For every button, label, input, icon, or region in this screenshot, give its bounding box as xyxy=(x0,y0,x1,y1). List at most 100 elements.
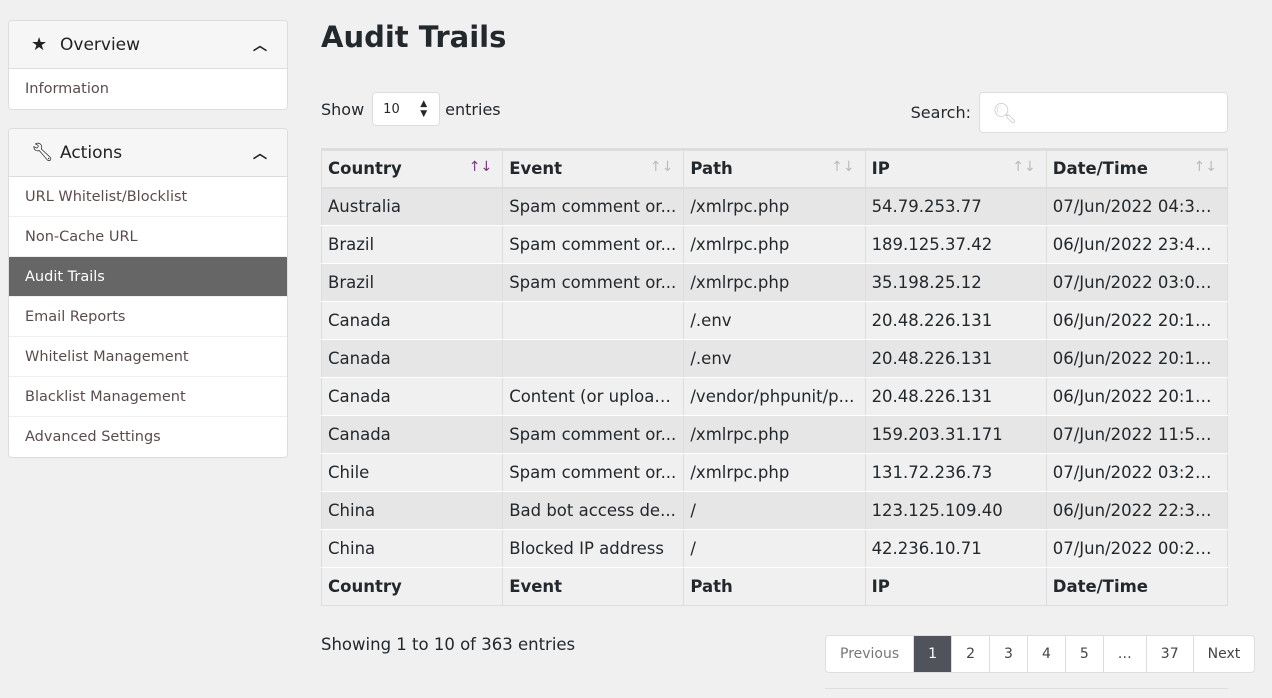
page-button[interactable]: 5 xyxy=(1066,636,1104,672)
page-title: Audit Trails xyxy=(321,20,507,54)
page-button[interactable]: 4 xyxy=(1028,636,1066,672)
table-row[interactable]: Canada /.env 20.48.226.131 06/Jun/2022 20:1… xyxy=(321,339,1229,378)
table-cell: 06/Jun/2022 20:17:... xyxy=(1046,339,1229,378)
divider xyxy=(825,688,1228,689)
column-header[interactable]: Country ↑↓ xyxy=(321,149,504,189)
table-cell: 07/Jun/2022 03:25:... xyxy=(1046,453,1229,492)
column-header[interactable]: IP ↑↓ xyxy=(865,149,1047,189)
table-cell: China xyxy=(321,529,504,568)
table-cell: 06/Jun/2022 20:17:... xyxy=(1046,301,1229,340)
table-row[interactable]: Canada /.env 20.48.226.131 06/Jun/2022 20:1… xyxy=(321,301,1229,340)
sort-icon[interactable]: ↑↓ xyxy=(1194,159,1217,175)
table-cell: Chile xyxy=(321,453,504,492)
table-row[interactable]: Brazil Spam comment or.../xmlrpc.php 35.19… xyxy=(321,263,1229,302)
table-cell: /.env xyxy=(683,301,866,340)
footer-column-label: Event xyxy=(502,567,685,606)
page-button[interactable]: 37 xyxy=(1147,636,1194,672)
column-label: Path xyxy=(690,159,733,179)
table-cell: 189.125.37.42 xyxy=(865,225,1047,264)
sidebar-item-audit-trails[interactable]: Audit Trails xyxy=(9,257,287,297)
overview-title: Overview xyxy=(60,34,141,55)
table-info: Showing 1 to 10 of 363 entries xyxy=(321,635,576,654)
column-label: Date/Time xyxy=(1052,159,1148,179)
search-label: Search: xyxy=(910,103,971,122)
table-cell: 07/Jun/2022 03:01:... xyxy=(1046,263,1229,302)
table-cell: Blocked IP address xyxy=(502,529,685,568)
table-row[interactable]: Australia Spam comment or.../xmlrpc.php 54… xyxy=(321,187,1229,226)
sidebar-item-email-reports[interactable]: Email Reports xyxy=(9,297,287,337)
column-header[interactable]: Path ↑↓ xyxy=(683,149,866,189)
table-cell: 07/Jun/2022 00:23:... xyxy=(1046,529,1229,568)
table-row[interactable]: Chile Spam comment or.../xmlrpc.php 131.72… xyxy=(321,453,1229,492)
entries-select[interactable]: 10 ▲ ▼ xyxy=(372,92,441,126)
table-cell: /xmlrpc.php xyxy=(683,263,866,302)
table-cell: Spam comment or... xyxy=(502,263,685,302)
table-cell: 131.72.236.73 xyxy=(865,453,1047,492)
table-cell: 20.48.226.131 xyxy=(865,339,1047,378)
overview-panel: ★ Overview ︿ Information xyxy=(8,20,288,110)
sidebar-item-non-cache-url[interactable]: Non-Cache URL xyxy=(9,217,287,257)
table-cell: /xmlrpc.php xyxy=(683,187,866,226)
next-button[interactable]: Next xyxy=(1194,636,1255,672)
table-cell xyxy=(502,301,685,340)
table-cell: / xyxy=(683,491,866,530)
table-row[interactable]: Canada Content (or upload.../vendor/phpun… xyxy=(321,377,1229,416)
search-box: Search: 🔍︎ xyxy=(911,92,1228,133)
table-cell: 20.48.226.131 xyxy=(865,301,1047,340)
page-button[interactable]: … xyxy=(1104,636,1147,672)
table-cell: Spam comment or... xyxy=(502,225,685,264)
sidebar-item-url-whitelist[interactable]: URL Whitelist/Blocklist xyxy=(9,177,287,217)
column-header[interactable]: Date/Time ↑↓ xyxy=(1046,149,1229,189)
table-row[interactable]: Canada Spam comment or.../xmlrpc.php 159.2… xyxy=(321,415,1229,454)
table-cell: 06/Jun/2022 23:42:... xyxy=(1046,225,1229,264)
column-label: Event xyxy=(509,159,563,179)
show-label: Show xyxy=(321,99,365,119)
chevron-up-icon[interactable]: ︿ xyxy=(253,143,267,163)
table-cell: Spam comment or... xyxy=(502,453,685,492)
table-cell: China xyxy=(321,491,504,530)
table-cell: Spam comment or... xyxy=(502,415,685,454)
footer-column-label: Date/Time xyxy=(1046,567,1229,606)
overview-header[interactable]: ★ Overview ︿ xyxy=(9,21,287,69)
table-row[interactable]: China Bad bot access de.../123.125.109.40… xyxy=(321,491,1229,530)
sort-icon[interactable]: ↑↓ xyxy=(650,159,673,175)
page-button[interactable]: 1 xyxy=(914,636,953,672)
table-cell: Content (or upload... xyxy=(502,377,685,416)
sidebar-item-information[interactable]: Information xyxy=(9,69,287,109)
previous-button[interactable]: Previous xyxy=(826,636,915,672)
actions-header[interactable]: 🔧︎ Actions ︿ xyxy=(9,129,287,177)
table-cell: /xmlrpc.php xyxy=(683,225,866,264)
sidebar-item-advanced-settings[interactable]: Advanced Settings xyxy=(9,417,287,457)
table-cell: Canada xyxy=(321,339,504,378)
search-input[interactable]: 🔍︎ xyxy=(979,92,1228,133)
sidebar-item-blacklist-management[interactable]: Blacklist Management xyxy=(9,377,287,417)
table-cell: Spam comment or... xyxy=(502,187,685,226)
table-cell: / xyxy=(683,529,866,568)
table-cell: 07/Jun/2022 04:30:... xyxy=(1046,187,1229,226)
table-cell: 07/Jun/2022 11:57:... xyxy=(1046,415,1229,454)
table-cell: Brazil xyxy=(321,225,504,264)
table-cell: 06/Jun/2022 20:17:... xyxy=(1046,377,1229,416)
chevron-up-icon[interactable]: ︿ xyxy=(253,35,267,55)
page-button[interactable]: 2 xyxy=(952,636,991,672)
sidebar-item-whitelist-management[interactable]: Whitelist Management xyxy=(9,337,287,377)
page-button[interactable]: 3 xyxy=(990,636,1028,672)
pagination: Previous 1 2 3 4 5… 37 Next xyxy=(825,635,1256,673)
table-cell: /.env xyxy=(683,339,866,378)
column-header[interactable]: Event ↑↓ xyxy=(502,149,685,189)
sort-icon[interactable]: ↑↓ xyxy=(1012,159,1035,175)
table-cell: /xmlrpc.php xyxy=(683,415,866,454)
table-cell: 20.48.226.131 xyxy=(865,377,1047,416)
table-cell: 35.198.25.12 xyxy=(865,263,1047,302)
table-cell: Canada xyxy=(321,377,504,416)
column-label: Country xyxy=(328,159,402,179)
table-cell: /xmlrpc.php xyxy=(683,453,866,492)
sort-icon[interactable]: ↑↓ xyxy=(831,159,854,175)
footer-column-label: Country xyxy=(321,567,504,606)
sort-icon[interactable]: ↑↓ xyxy=(469,159,492,175)
table-row[interactable]: Brazil Spam comment or.../xmlrpc.php 189.1… xyxy=(321,225,1229,264)
table-row[interactable]: China Blocked IP address/42.236.10.71 07/J… xyxy=(321,529,1229,568)
select-arrows-icon: ▲ ▼ xyxy=(420,99,428,119)
table-cell: 54.79.253.77 xyxy=(865,187,1047,226)
table-cell: Canada xyxy=(321,415,504,454)
